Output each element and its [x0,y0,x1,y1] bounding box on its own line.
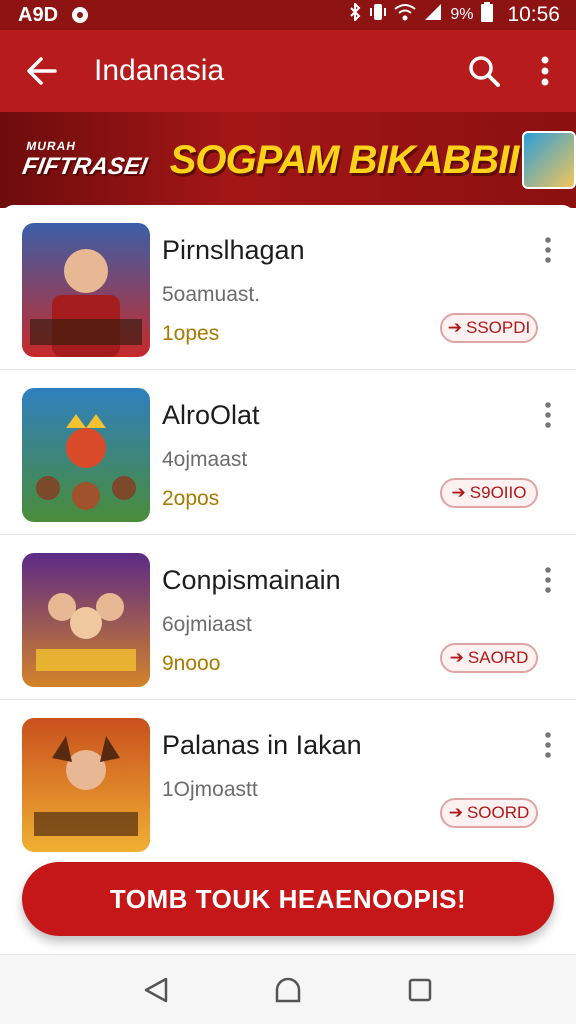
promo-banner[interactable]: MURAH FIFTRASEI SOGPAM BIKABBII [0,112,576,208]
status-right: 9% 10:56 [348,1,560,28]
banner-headline: SOGPAM BIKABBII [169,137,520,182]
more-vert-icon [541,56,549,86]
bluetooth-icon [348,1,362,27]
arrow-right-icon: ➔ [448,803,463,822]
arrow-right-icon: ➔ [447,318,462,337]
status-left: A9D [18,3,89,27]
list-item[interactable]: Pirnslhagan 5oamuast. 1opes ➔ SSOPDI [0,205,576,370]
item-more-button[interactable] [536,563,560,597]
nav-back-button[interactable] [132,966,180,1014]
price-button[interactable]: ➔ SOORD [440,798,538,828]
banner-logo-big: FIFTRASEI [20,153,150,180]
item-thumbnail [22,223,150,357]
more-vert-icon [545,237,551,263]
list-item[interactable]: Conpismainain 6ojmiaast 9nooo ➔ SAORD [0,535,576,700]
item-thumbnail [22,553,150,687]
item-subtitle: 1Ojmoastt [162,778,258,801]
item-thumbnail [22,388,150,522]
home-circle-icon [275,977,301,1002]
arrow-right-icon: ➔ [449,648,464,667]
vibrate-icon [370,3,387,27]
signal-icon [424,3,442,27]
battery-percent: 9% [450,6,474,23]
notification-icon [72,7,89,23]
overflow-menu-button[interactable] [530,49,560,93]
more-vert-icon [545,567,551,593]
item-title: Conpismainain [162,565,341,595]
square-recents-icon [408,978,432,1001]
app-bar: Indanasia [0,30,576,112]
triangle-back-icon [144,977,168,1002]
item-title: Palanas in Iakan [162,730,362,760]
back-button[interactable] [22,51,62,91]
item-subtitle: 6ojmiaast [162,613,252,636]
status-time: 10:56 [507,3,560,26]
price-label: SAORD [467,648,529,667]
price-label: S9OIIO [469,483,527,502]
banner-thumbnail [522,131,576,189]
arrow-right-icon: ➔ [451,483,466,502]
more-vert-icon [545,732,551,758]
item-more-button[interactable] [536,728,560,762]
status-left-text: A9D [18,3,59,26]
item-title: AlroOlat [162,400,260,430]
price-button[interactable]: ➔ SSOPDI [440,313,538,343]
arrow-back-icon [27,57,57,85]
banner-logo-small: MURAH [25,139,78,153]
search-icon [469,56,500,87]
list-item[interactable]: AlroOlat 4ojmaast 2opos ➔ S9OIIO [0,370,576,535]
price-label: SOORD [466,803,530,822]
item-meta: 9nooo [162,652,221,675]
status-bar: A9D 9% 10:56 [0,0,576,30]
nav-recents-button[interactable] [396,966,444,1014]
item-meta: 2opos [162,487,220,510]
nav-home-button[interactable] [264,966,312,1014]
item-more-button[interactable] [536,233,560,267]
item-subtitle: 4ojmaast [162,448,248,471]
more-vert-icon [545,402,551,428]
banner-logo: MURAH FIFTRASEI [18,125,168,195]
price-button[interactable]: ➔ SAORD [440,643,538,673]
wifi-icon [394,3,416,27]
item-title: Pirnslhagan [162,235,305,265]
item-subtitle: 5oamuast. [162,283,261,306]
system-nav-bar [0,954,576,1024]
price-button[interactable]: ➔ S9OIIO [440,478,538,508]
list-item[interactable]: Palanas in Iakan 1Ojmoastt ➔ SOORD [0,700,576,865]
item-more-button[interactable] [536,398,560,432]
item-meta: 1opes [162,322,220,345]
search-button[interactable] [462,49,506,93]
page-title: Indanasia [94,54,225,87]
battery-icon [481,2,494,28]
item-thumbnail [22,718,150,852]
price-label: SSOPDI [466,318,531,337]
cta-button[interactable]: TOMB TOUK HEAENOOPIS! [22,862,554,936]
item-list: Pirnslhagan 5oamuast. 1opes ➔ SSOPDI Alr… [0,205,576,955]
